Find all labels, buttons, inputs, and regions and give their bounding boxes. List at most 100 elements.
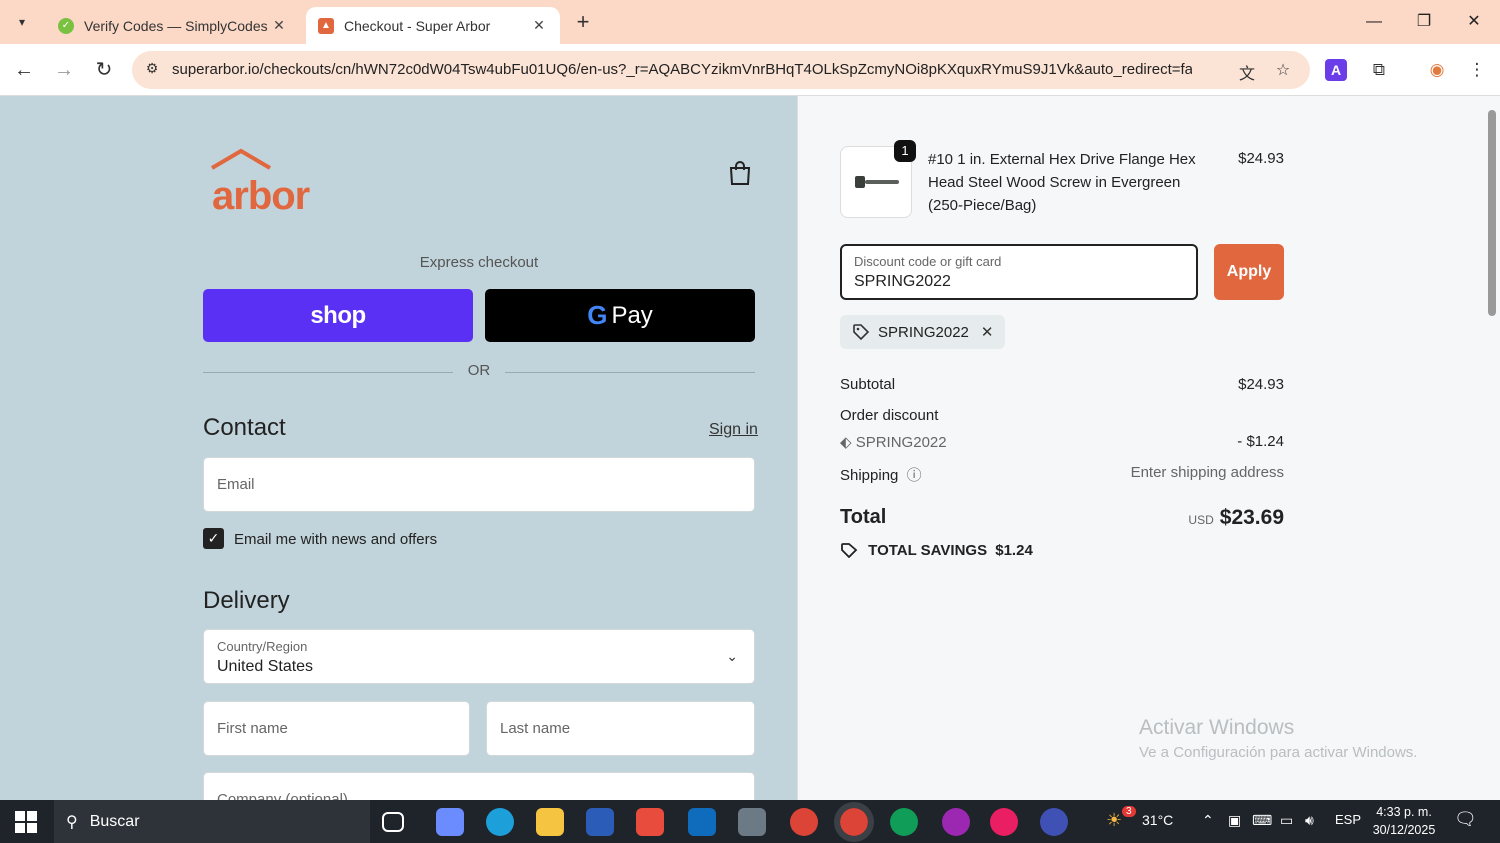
- country-value: United States: [217, 658, 314, 675]
- store-icon[interactable]: [636, 808, 664, 836]
- roof-logo-icon: [210, 148, 272, 170]
- extension-a-icon[interactable]: A: [1325, 59, 1347, 81]
- checkout-form-pane: arbor Express checkout shop G Pay OR Cont…: [0, 96, 797, 800]
- news-checkbox-label[interactable]: Email me with news and offers: [234, 531, 437, 548]
- product-price: $24.93: [1238, 150, 1284, 167]
- tab-verify-codes[interactable]: ✓ Verify Codes — SimplyCodes ✕: [46, 7, 300, 44]
- remove-discount-icon[interactable]: ✕: [981, 323, 994, 341]
- chevron-down-icon: ⌄: [726, 648, 738, 664]
- total-value: $23.69: [1219, 506, 1284, 529]
- tab-search-chevron-icon[interactable]: ▾: [8, 8, 36, 36]
- chrome-profile-d2-icon[interactable]: [990, 808, 1018, 836]
- clock-time: 4:33 p. m.: [1376, 805, 1432, 819]
- notifications-icon[interactable]: 🗨︎: [1454, 809, 1477, 830]
- address-bar[interactable]: ⚙ superarbor.io/checkouts/cn/hWN72c0dW04…: [132, 51, 1310, 89]
- chrome-icon[interactable]: [790, 808, 818, 836]
- clock-date: 30/12/2025: [1372, 823, 1436, 837]
- small-tag-icon: ⬖: [840, 434, 852, 451]
- reload-icon[interactable]: ↻: [90, 56, 118, 84]
- shop-pay-button[interactable]: shop: [203, 289, 473, 342]
- window-close-icon[interactable]: ✕: [1454, 8, 1494, 36]
- shipping-label: Shipping: [840, 467, 899, 484]
- apply-button[interactable]: Apply: [1214, 244, 1284, 300]
- network-icon[interactable]: ▭: [1280, 812, 1293, 829]
- outlook-icon[interactable]: [688, 808, 716, 836]
- last-name-field[interactable]: Last name: [486, 701, 755, 756]
- search-label: Buscar: [89, 812, 140, 830]
- total-savings: TOTAL SAVINGS $1.24: [840, 542, 1033, 559]
- simplycodes-favicon-icon: ✓: [58, 17, 74, 34]
- minimize-icon[interactable]: —: [1354, 8, 1394, 36]
- calculator-icon[interactable]: [738, 808, 766, 836]
- order-discount-code-row: ⬖ SPRING2022 - $1.24: [840, 433, 1284, 451]
- activation-watermark-subtitle: Ve a Configuración para activar Windows.: [1139, 744, 1418, 761]
- savings-value: $1.24: [995, 542, 1033, 559]
- weather-icon[interactable]: ☀: [1106, 810, 1122, 831]
- currency-code: USD: [1188, 513, 1214, 527]
- windows-start-icon[interactable]: [14, 810, 38, 834]
- copilot-icon[interactable]: [436, 808, 464, 836]
- chrome-active-icon[interactable]: [834, 802, 874, 842]
- tab-close-icon[interactable]: ✕: [530, 17, 548, 34]
- browser-menu-icon[interactable]: ⋮: [1464, 57, 1490, 83]
- browser-toolbar: ← → ↻ ⚙ superarbor.io/checkouts/cn/hWN72…: [0, 44, 1500, 96]
- bookmark-star-icon[interactable]: ☆: [1272, 60, 1294, 82]
- search-icon: ⚲: [66, 813, 78, 831]
- country-select[interactable]: Country/Region United States ⌄: [203, 629, 755, 684]
- company-placeholder: Company (optional): [217, 791, 348, 800]
- tab-checkout[interactable]: ▲ Checkout - Super Arbor ✕: [306, 7, 560, 44]
- discount-label: Discount code or gift card: [854, 254, 1002, 269]
- contact-heading: Contact: [203, 414, 286, 441]
- quantity-badge: 1: [894, 140, 916, 162]
- word-icon[interactable]: [586, 808, 614, 836]
- help-circle-icon[interactable]: ⓘ: [907, 467, 922, 484]
- restore-icon[interactable]: ❐: [1404, 8, 1444, 36]
- profile-avatar-icon[interactable]: ◉: [1424, 57, 1450, 83]
- scrollbar-thumb[interactable]: [1488, 110, 1496, 316]
- taskbar-search[interactable]: ⚲ Buscar: [54, 800, 370, 843]
- extensions-puzzle-icon[interactable]: ⧉: [1366, 57, 1392, 83]
- chrome-profile-d-icon[interactable]: [890, 808, 918, 836]
- url-text: superarbor.io/checkouts/cn/hWN72c0dW04Ts…: [172, 61, 1192, 78]
- subtotal-row: Subtotal $24.93: [840, 376, 1284, 393]
- email-field[interactable]: Email: [203, 457, 755, 512]
- shipping-value: Enter shipping address: [1130, 464, 1284, 481]
- weather-temp[interactable]: 31°C: [1142, 812, 1173, 828]
- new-tab-plus-icon[interactable]: +: [570, 10, 596, 36]
- task-view-icon[interactable]: [382, 812, 404, 832]
- chrome-profile-m-icon[interactable]: [942, 808, 970, 836]
- back-arrow-icon[interactable]: ←: [10, 56, 38, 84]
- language-indicator[interactable]: ESP: [1335, 812, 1361, 827]
- divider-left: [203, 372, 453, 373]
- first-name-field[interactable]: First name: [203, 701, 470, 756]
- forward-arrow-icon[interactable]: →: [50, 56, 78, 84]
- edge-icon[interactable]: [486, 808, 514, 836]
- system-clock[interactable]: 4:33 p. m. 30/12/2025: [1368, 803, 1440, 839]
- weather-badge: 3: [1122, 806, 1136, 817]
- express-checkout-label: Express checkout: [419, 254, 539, 271]
- company-field[interactable]: Company (optional): [203, 772, 755, 800]
- volume-icon[interactable]: 🔊︎: [1305, 812, 1314, 829]
- google-pay-button[interactable]: G Pay: [485, 289, 755, 342]
- arbor-favicon-icon: ▲: [318, 17, 334, 34]
- site-info-icon[interactable]: ⚙: [142, 60, 162, 80]
- shopping-bag-icon[interactable]: [728, 160, 752, 192]
- discount-code-field[interactable]: Discount code or gift card: [840, 244, 1198, 300]
- tag-icon: [853, 324, 870, 341]
- ime-icon[interactable]: ⌨: [1252, 812, 1272, 829]
- news-checkbox[interactable]: ✓: [203, 528, 224, 549]
- meet-icon[interactable]: ▣: [1228, 812, 1241, 829]
- arbor-logo[interactable]: arbor: [210, 148, 310, 219]
- savings-tag-icon: [841, 543, 858, 559]
- chrome-profile-j-icon[interactable]: [1040, 808, 1068, 836]
- translate-icon[interactable]: 文: [1236, 60, 1258, 83]
- order-discount-code: SPRING2022: [855, 434, 947, 451]
- subtotal-label: Subtotal: [840, 376, 896, 393]
- file-explorer-icon[interactable]: [536, 808, 564, 836]
- discount-input[interactable]: [854, 273, 1184, 291]
- sign-in-link[interactable]: Sign in: [709, 421, 758, 439]
- tab-close-icon[interactable]: ✕: [270, 17, 288, 34]
- show-hidden-icons-icon[interactable]: ⌃: [1202, 812, 1214, 829]
- order-summary-pane: 1 #10 1 in. External Hex Drive Flange He…: [797, 96, 1500, 800]
- order-discount-label: Order discount: [840, 407, 939, 424]
